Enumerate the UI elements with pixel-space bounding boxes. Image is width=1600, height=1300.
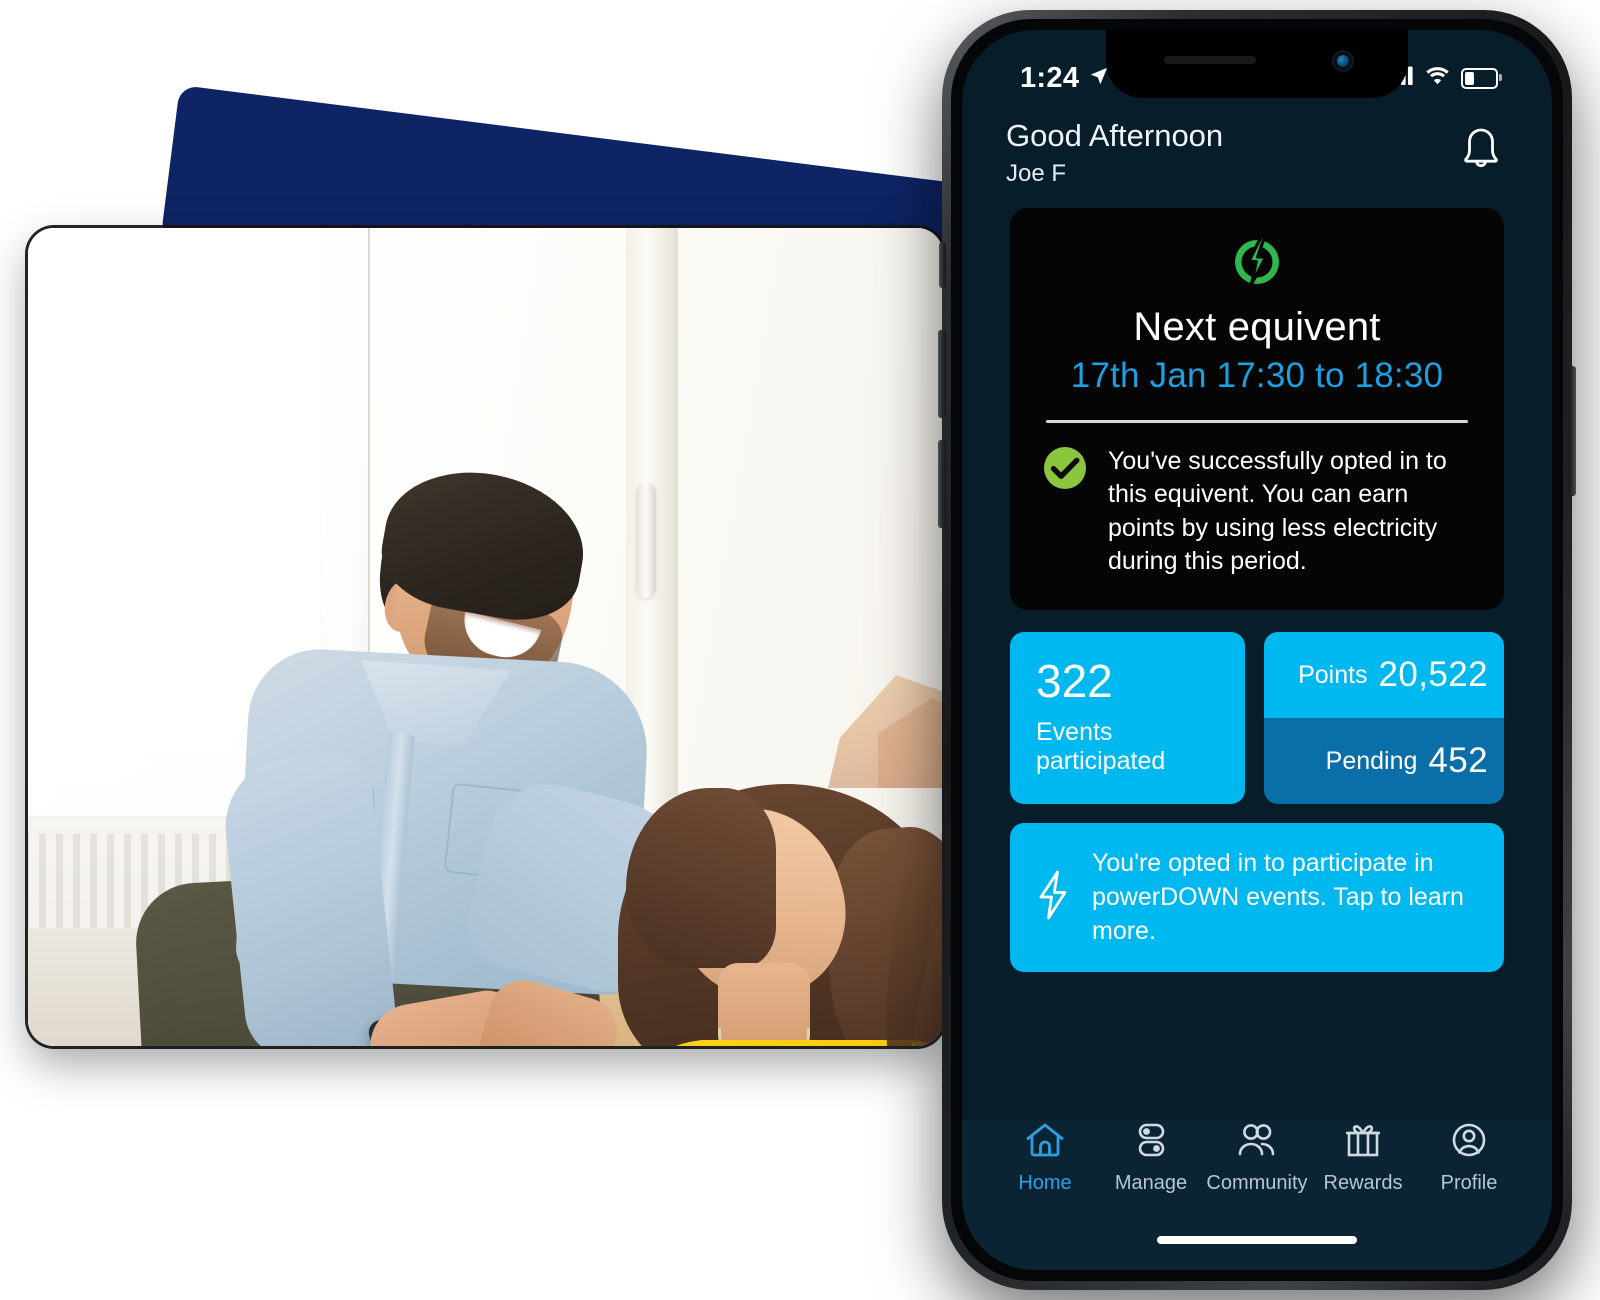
pending-label: Pending <box>1325 746 1418 775</box>
events-participated-label: Events participated <box>1036 718 1166 775</box>
front-camera <box>1332 50 1354 72</box>
status-time: 1:24 <box>1020 61 1080 94</box>
next-event-card[interactable]: Next equivent 17th Jan 17:30 to 18:30 Yo… <box>1010 208 1504 610</box>
opt-in-status-text: You've successfully opted in to this equ… <box>1108 447 1447 575</box>
points-label: Points <box>1298 660 1368 689</box>
events-participated-tile[interactable]: 322 Events participated <box>1010 632 1245 804</box>
check-circle-icon <box>1042 445 1088 496</box>
tab-profile-label: Profile <box>1440 1171 1498 1194</box>
event-title: Next equivent <box>1133 305 1381 349</box>
composition-stage: 1:24 Good Afternoon Joe F Next equivent … <box>0 0 1600 1300</box>
phone-volume-down-button[interactable] <box>938 440 946 528</box>
bottom-tab-bar: Home Manage Community Rewards Profile <box>962 1102 1552 1212</box>
pending-row[interactable]: Pending 452 <box>1264 718 1504 804</box>
greeting-block: Good Afternoon Joe F <box>1006 118 1223 188</box>
phone-mockup: 1:24 Good Afternoon Joe F Next equivent … <box>938 10 1576 1290</box>
tab-rewards[interactable]: Rewards <box>1310 1120 1416 1195</box>
tab-rewards-label: Rewards <box>1323 1171 1403 1194</box>
main-content: Next equivent 17th Jan 17:30 to 18:30 Yo… <box>962 208 1552 973</box>
stat-tiles: 322 Events participated Points 20,522 Pe… <box>1010 632 1504 804</box>
opt-in-info-text: You're opted in to participate in powerD… <box>1092 849 1464 945</box>
power-bolt-icon <box>1229 234 1285 295</box>
event-time-range: 17th Jan 17:30 to 18:30 <box>1070 356 1444 395</box>
tab-community-label: Community <box>1206 1171 1308 1194</box>
power-bolt-badge <box>1038 234 1476 295</box>
tab-profile[interactable]: Profile <box>1416 1120 1522 1195</box>
phone-silent-switch[interactable] <box>939 242 946 288</box>
points-value: 20,522 <box>1378 655 1488 694</box>
gift-icon <box>1341 1120 1385 1165</box>
app-header: Good Afternoon Joe F <box>962 118 1552 200</box>
notification-bell-button[interactable] <box>1458 124 1504 179</box>
battery-low-icon <box>1461 67 1502 89</box>
home-icon <box>1023 1120 1067 1165</box>
lifestyle-photo <box>28 228 943 1046</box>
card-divider <box>1046 420 1468 423</box>
people-icon <box>1234 1120 1280 1165</box>
tab-manage-label: Manage <box>1114 1171 1188 1194</box>
wifi-icon <box>1425 66 1450 90</box>
user-circle-icon <box>1447 1120 1491 1165</box>
photo-man-arm-left <box>218 748 400 1046</box>
pending-value: 452 <box>1428 741 1488 780</box>
points-tile[interactable]: Points 20,522 Pending 452 <box>1264 632 1504 804</box>
lifestyle-photo-card <box>28 228 943 1046</box>
toggles-icon <box>1129 1120 1173 1165</box>
greeting-text: Good Afternoon <box>1006 118 1224 153</box>
points-row[interactable]: Points 20,522 <box>1264 632 1504 718</box>
user-name: Joe F <box>1006 159 1067 187</box>
phone-power-button[interactable] <box>1568 366 1576 496</box>
tab-home-label: Home <box>1018 1171 1072 1194</box>
phone-notch <box>1106 30 1408 98</box>
events-participated-value: 322 <box>1036 655 1113 707</box>
opt-in-info-banner[interactable]: You're opted in to participate in powerD… <box>1010 823 1504 973</box>
opt-in-status-row: You've successfully opted in to this equ… <box>1038 445 1476 580</box>
photo-window-handle <box>636 483 656 598</box>
tab-community[interactable]: Community <box>1204 1120 1310 1195</box>
lightning-bolt-outline-icon <box>1036 870 1070 925</box>
phone-screen: 1:24 Good Afternoon Joe F Next equivent … <box>962 30 1552 1270</box>
tab-home[interactable]: Home <box>992 1120 1098 1195</box>
bell-icon <box>1458 128 1504 178</box>
home-indicator[interactable] <box>1157 1236 1357 1244</box>
tab-manage[interactable]: Manage <box>1098 1120 1204 1195</box>
phone-volume-up-button[interactable] <box>938 330 946 418</box>
status-bar-left: 1:24 <box>1020 62 1110 95</box>
earpiece-speaker <box>1164 56 1256 64</box>
